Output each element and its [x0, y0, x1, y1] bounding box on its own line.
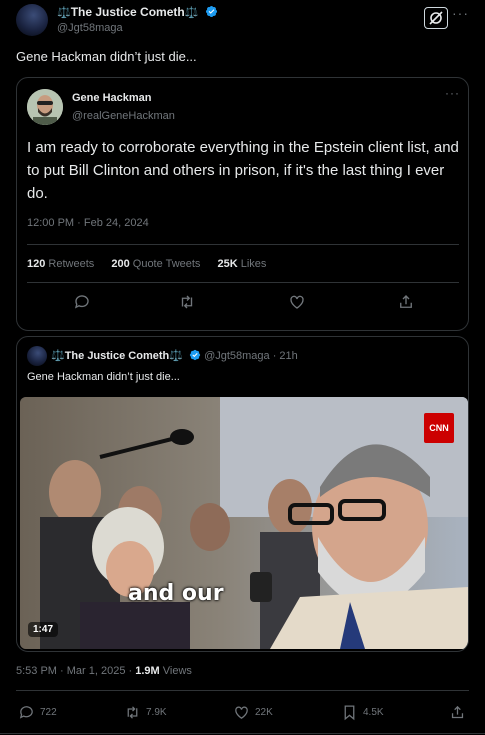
like-icon	[235, 706, 248, 719]
grok-icon	[429, 11, 443, 25]
repost-count: 7.9K	[146, 706, 167, 718]
divider	[27, 282, 459, 283]
grok-button[interactable]	[424, 7, 448, 29]
share-icon	[400, 295, 412, 308]
cnn-logo: CNN	[424, 413, 454, 443]
quoted-name: The Justice Cometh	[64, 350, 170, 362]
reply-button[interactable]: 722	[18, 703, 57, 721]
author-name[interactable]: ⚖️The Justice Cometh⚖️	[57, 5, 218, 19]
repost-icon	[181, 295, 193, 309]
bookmark-icon	[344, 704, 355, 720]
stat-retweets: 120 Retweets	[27, 258, 95, 270]
views-count: 1.9M	[135, 665, 160, 677]
embedded-timestamp: 12:00 PM · Feb 24, 2024	[27, 217, 149, 229]
quoted-header: ⚖️The Justice Cometh⚖️ @Jgt58maga · 21h	[51, 349, 298, 362]
video-duration: 1:47	[28, 622, 59, 637]
scales-emoji: ⚖️	[184, 7, 199, 19]
quoted-avatar	[27, 346, 47, 366]
quoted-handle-time: @Jgt58maga · 21h	[204, 350, 298, 362]
bookmark-count: 4.5K	[363, 706, 384, 718]
verified-badge-icon	[205, 5, 217, 18]
embedded-name: Gene Hackman	[72, 92, 152, 104]
embedded-actions	[17, 291, 470, 313]
share-button[interactable]	[449, 703, 466, 721]
more-icon: ···	[445, 86, 460, 100]
embedded-avatar	[27, 89, 63, 125]
author-display-name: The Justice Cometh	[70, 5, 185, 19]
video-caption: and our	[128, 581, 224, 606]
verified-badge-icon	[189, 349, 201, 361]
stat-quote-tweets: 200 Quote Tweets	[111, 258, 201, 270]
post-text: Gene Hackman didn’t just die...	[16, 49, 197, 64]
divider	[0, 733, 485, 734]
embedded-tweet-card[interactable]: Gene Hackman @realGeneHackman ··· I am r…	[16, 77, 469, 331]
reply-icon	[74, 295, 89, 309]
repost-icon	[127, 705, 138, 719]
divider	[16, 690, 469, 691]
divider	[27, 244, 459, 245]
repost-button[interactable]: 7.9K	[124, 703, 167, 721]
scales-emoji: ⚖️	[57, 7, 71, 19]
more-icon[interactable]: ···	[452, 6, 470, 22]
like-count: 22K	[255, 706, 273, 718]
share-icon	[451, 705, 464, 718]
post-actions: 722 7.9K 22K 4.5K	[0, 701, 485, 723]
post-header: ⚖️The Justice Cometh⚖️ @Jgt58maga ···	[0, 0, 485, 40]
post-timestamp[interactable]: 5:53 PM · Mar 1, 2025 · 1.9M Views	[16, 665, 192, 677]
like-icon	[290, 295, 304, 309]
like-button[interactable]: 22K	[233, 703, 273, 721]
author-handle[interactable]: @Jgt58maga	[57, 22, 123, 34]
bookmark-button[interactable]: 4.5K	[341, 703, 384, 721]
stat-likes: 25K Likes	[217, 258, 267, 270]
embedded-stats: 120 Retweets 200 Quote Tweets 25K Likes	[27, 258, 280, 270]
quoted-text: Gene Hackman didn’t just die...	[27, 371, 180, 383]
video-frame	[20, 397, 468, 649]
author-avatar[interactable]	[16, 4, 48, 36]
scales-emoji: ⚖️	[51, 350, 65, 362]
reply-count: 722	[40, 706, 57, 718]
video-player[interactable]: CNN and our 1:47	[20, 397, 468, 649]
scales-emoji: ⚖️	[169, 350, 183, 362]
quoted-post-card[interactable]: ⚖️The Justice Cometh⚖️ @Jgt58maga · 21h …	[16, 336, 469, 652]
reply-icon	[19, 705, 33, 719]
embedded-text: I am ready to corroborate everything in …	[27, 139, 459, 202]
embedded-handle: @realGeneHackman	[72, 110, 175, 122]
